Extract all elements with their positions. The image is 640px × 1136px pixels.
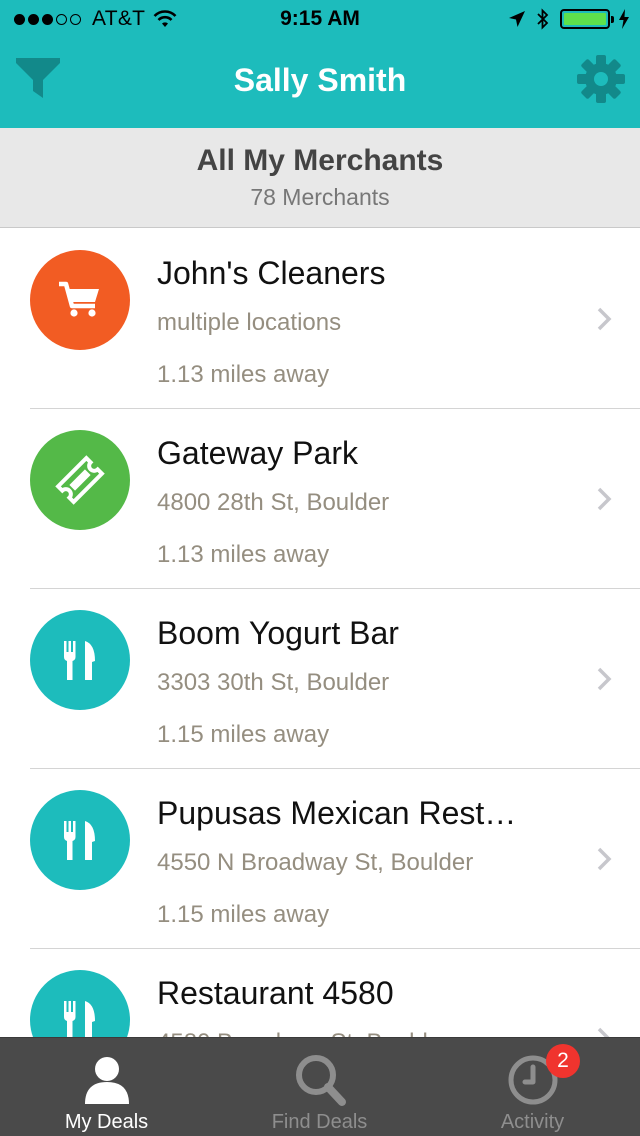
tab-activity[interactable]: 2 Activity [426, 1038, 639, 1136]
bluetooth-icon [537, 8, 549, 30]
search-icon [295, 1055, 346, 1106]
header: AT&T 9:15 AM Sally Smith [0, 0, 640, 128]
fork-knife-icon [64, 641, 95, 680]
cart-icon [59, 281, 99, 317]
merchant-list[interactable]: John's Cleaners multiple locations 1.13 … [0, 229, 640, 1037]
merchant-address: 4580 Broadway St, Boulder [157, 1029, 449, 1037]
merchants-section-header: All My Merchants 78 Merchants [0, 128, 640, 228]
section-title: All My Merchants [196, 144, 444, 177]
chevron-right-icon [597, 487, 612, 511]
fork-knife-icon [64, 1001, 95, 1037]
merchant-distance: 1.15 miles away [157, 901, 330, 928]
merchant-row[interactable]: Gateway Park 4800 28th St, Boulder 1.13 … [0, 409, 640, 589]
merchant-address: 4800 28th St, Boulder [157, 489, 390, 516]
fork-knife-icon [64, 821, 95, 860]
tab-label: My Deals [64, 1111, 149, 1133]
merchant-row[interactable]: Restaurant 4580 4580 Broadway St, Boulde… [0, 949, 640, 1037]
merchant-name: Gateway Park [157, 435, 358, 471]
merchant-category-badge [30, 610, 130, 710]
ticket-icon [55, 455, 105, 505]
person-icon [84, 1057, 129, 1104]
tab-bar: My Deals Find Deals 2 Activity [0, 1037, 640, 1136]
merchant-category-badge [30, 970, 130, 1037]
merchant-address: 3303 30th St, Boulder [157, 669, 390, 696]
settings-button[interactable] [576, 54, 626, 104]
merchant-row[interactable]: John's Cleaners multiple locations 1.13 … [0, 229, 640, 409]
chevron-right-icon [597, 667, 612, 691]
chevron-right-icon [597, 307, 612, 331]
gear-icon [577, 55, 625, 103]
merchant-distance: 1.13 miles away [157, 361, 330, 388]
status-right [508, 8, 630, 30]
status-bar: AT&T 9:15 AM [0, 0, 640, 40]
merchant-category-badge [30, 790, 130, 890]
merchant-name: Pupusas Mexican Rest… [157, 795, 517, 831]
page-title: Sally Smith [233, 62, 407, 98]
notification-badge: 2 [546, 1044, 580, 1078]
tab-label: Activity [500, 1111, 565, 1133]
merchant-distance: 1.15 miles away [157, 721, 330, 748]
merchant-count: 78 Merchants [250, 184, 390, 210]
merchant-address: multiple locations [157, 309, 342, 336]
tab-label: Find Deals [271, 1111, 368, 1133]
chevron-right-icon [597, 847, 612, 871]
merchant-address: 4550 N Broadway St, Boulder [157, 849, 474, 876]
tab-my-deals[interactable]: My Deals [0, 1038, 213, 1136]
merchant-name: Restaurant 4580 [157, 975, 394, 1011]
chevron-right-icon [597, 1027, 610, 1037]
location-arrow-icon [509, 11, 525, 27]
merchant-category-badge [30, 430, 130, 530]
battery-icon [560, 9, 614, 29]
merchant-row[interactable]: Boom Yogurt Bar 3303 30th St, Boulder 1.… [0, 589, 640, 769]
merchant-name: Boom Yogurt Bar [157, 615, 399, 651]
merchant-distance: 1.13 miles away [157, 541, 330, 568]
tab-find-deals[interactable]: Find Deals [213, 1038, 426, 1136]
charging-icon [619, 9, 629, 29]
merchant-name: John's Cleaners [157, 255, 386, 291]
merchant-category-badge [30, 250, 130, 350]
merchant-row[interactable]: Pupusas Mexican Rest… 4550 N Broadway St… [0, 769, 640, 949]
